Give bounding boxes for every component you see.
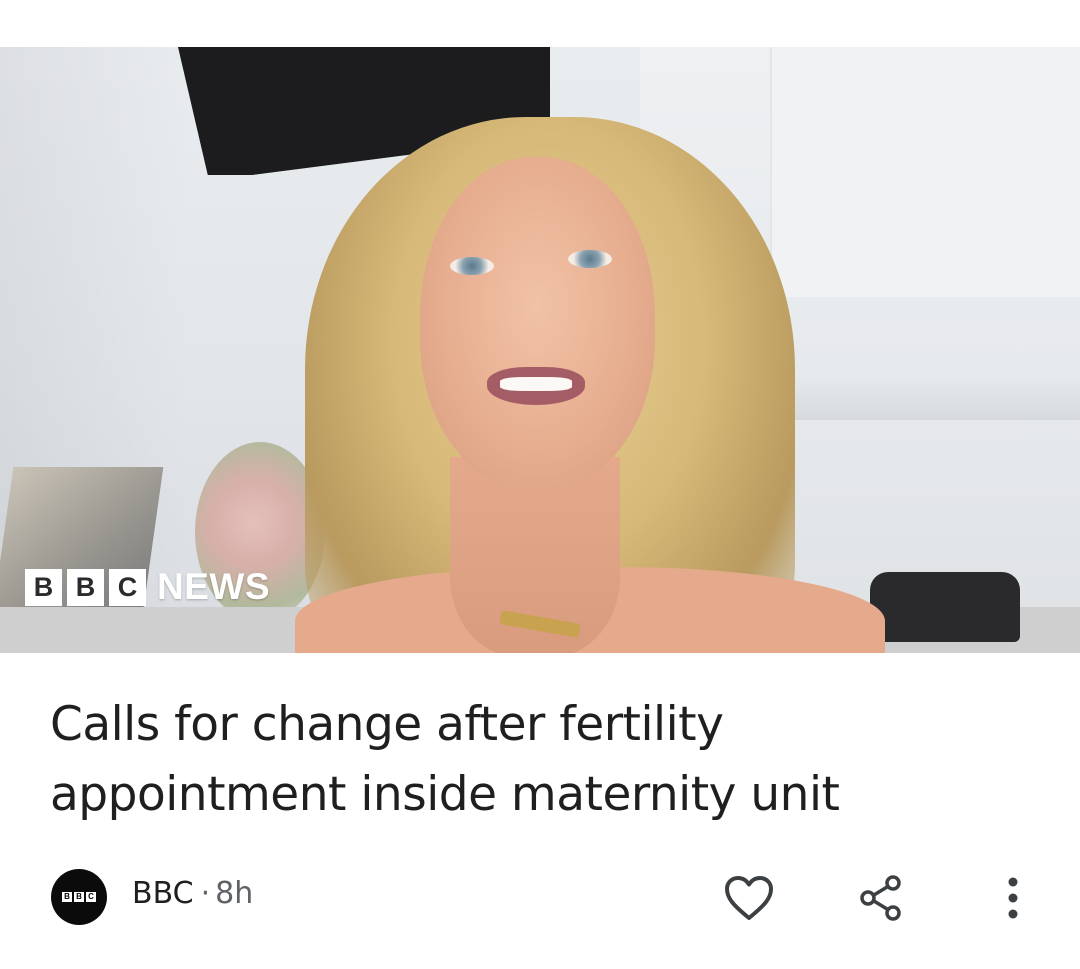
source-meta: BBC · 8h (132, 876, 253, 911)
meta-separator: · (200, 876, 211, 911)
more-vert-icon (1006, 876, 1020, 920)
avatar-letter-b1: B (62, 892, 72, 902)
published-time: 8h (215, 876, 254, 911)
heart-outline-icon (723, 874, 775, 922)
share-button[interactable] (851, 868, 911, 928)
logo-word-news: NEWS (157, 566, 270, 607)
share-icon (858, 874, 904, 922)
image-person-eye-left (450, 257, 494, 275)
article-headline[interactable]: Calls for change after fertility appoint… (50, 690, 1010, 830)
more-options-button[interactable] (983, 868, 1043, 928)
avatar-letter-c: C (86, 892, 96, 902)
logo-block-b2: B (67, 568, 104, 606)
article-image[interactable]: B B C NEWS (0, 47, 1080, 653)
source-name[interactable]: BBC (132, 876, 194, 911)
logo-block-b1: B (25, 568, 62, 606)
source-avatar[interactable]: B B C (51, 869, 107, 925)
image-background-panel (770, 47, 1080, 297)
avatar-letter-b2: B (74, 892, 84, 902)
logo-block-c: C (109, 568, 146, 606)
card-footer: B B C BBC · 8h (0, 860, 1080, 936)
image-kettle (870, 572, 1020, 642)
news-card[interactable]: B B C NEWS Calls for change after fertil… (0, 0, 1080, 969)
image-person-teeth (500, 377, 572, 391)
bbc-news-watermark-logo: B B C NEWS (25, 566, 270, 607)
image-person-face (420, 157, 655, 487)
like-button[interactable] (719, 868, 779, 928)
image-person-eye-right (568, 250, 612, 268)
